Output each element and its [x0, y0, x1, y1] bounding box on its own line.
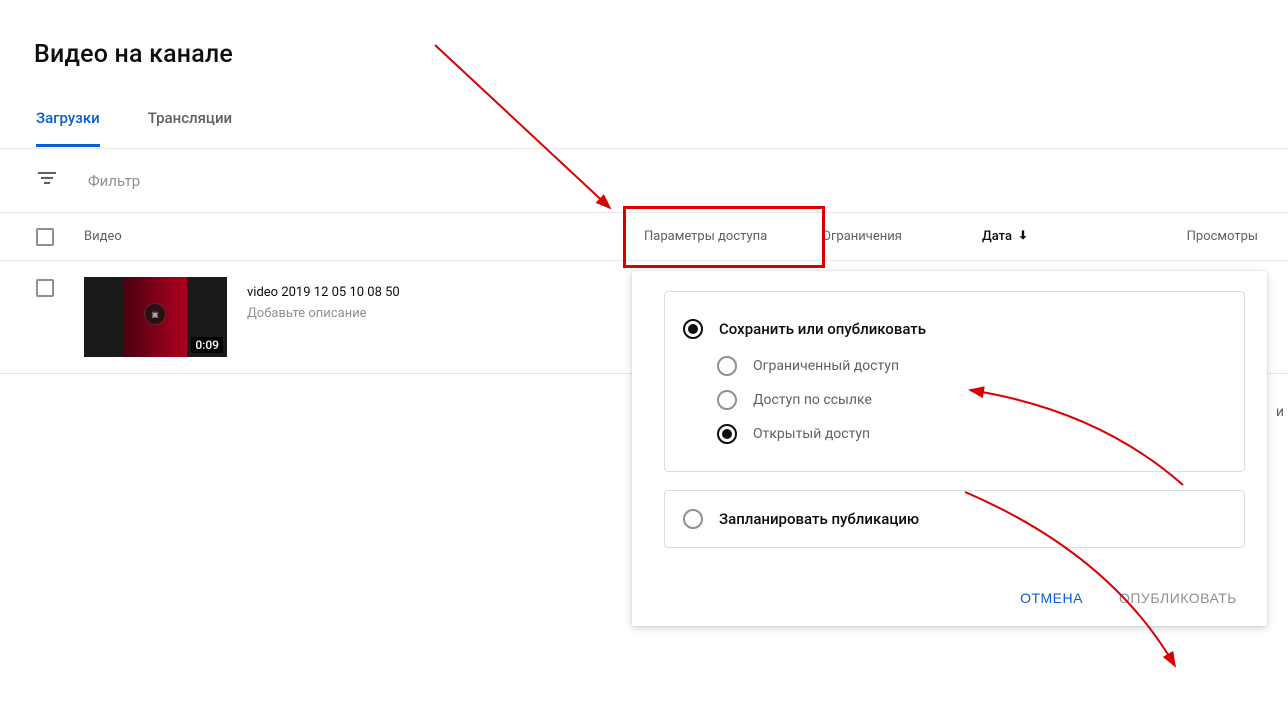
video-thumbnail[interactable]: ▣ 0:09	[84, 277, 227, 357]
column-date-label: Дата	[982, 229, 1012, 244]
popup-actions: ОТМЕНА ОПУБЛИКОВАТЬ	[632, 566, 1267, 626]
filter-row: Фильтр	[0, 149, 1288, 213]
radio-icon	[717, 356, 737, 376]
radio-unlisted[interactable]: Доступ по ссылке	[683, 383, 1226, 417]
radio-label: Сохранить или опубликовать	[719, 320, 926, 338]
table-header: Видео Параметры доступа Ограничения Дата…	[0, 213, 1288, 261]
column-video: Видео	[84, 229, 644, 244]
video-duration: 0:09	[191, 337, 223, 353]
column-restrictions[interactable]: Ограничения	[822, 229, 982, 244]
radio-icon	[717, 390, 737, 410]
publish-button[interactable]: ОПУБЛИКОВАТЬ	[1111, 584, 1245, 612]
radio-icon	[683, 319, 703, 339]
page-title: Видео на канале	[0, 0, 1288, 69]
schedule-group: Запланировать публикацию	[664, 490, 1245, 548]
save-publish-group: Сохранить или опубликовать Ограниченный …	[664, 291, 1245, 472]
arrow-down-icon	[1016, 228, 1030, 246]
truncated-text: и	[1276, 404, 1284, 420]
radio-icon	[683, 509, 703, 529]
tab-live[interactable]: Трансляции	[148, 109, 232, 144]
radio-label: Запланировать публикацию	[719, 510, 919, 528]
radio-label: Ограниченный доступ	[753, 358, 899, 374]
radio-public[interactable]: Открытый доступ	[683, 417, 1226, 451]
row-checkbox[interactable]	[36, 279, 54, 297]
column-date[interactable]: Дата	[982, 228, 1092, 246]
video-description-placeholder[interactable]: Добавьте описание	[247, 306, 400, 321]
radio-icon	[717, 424, 737, 444]
column-views[interactable]: Просмотры	[1092, 229, 1288, 244]
column-visibility[interactable]: Параметры доступа	[644, 229, 822, 244]
radio-label: Открытый доступ	[753, 426, 870, 442]
radio-schedule[interactable]: Запланировать публикацию	[683, 509, 1226, 529]
visibility-popup: Сохранить или опубликовать Ограниченный …	[632, 271, 1267, 626]
tabs: Загрузки Трансляции	[0, 69, 1288, 149]
select-all-checkbox[interactable]	[36, 228, 54, 246]
cancel-button[interactable]: ОТМЕНА	[1012, 584, 1091, 612]
radio-private[interactable]: Ограниченный доступ	[683, 349, 1226, 383]
video-title[interactable]: video 2019 12 05 10 08 50	[247, 285, 400, 300]
radio-label: Доступ по ссылке	[753, 392, 872, 408]
filter-icon[interactable]	[36, 170, 58, 192]
radio-save-publish[interactable]: Сохранить или опубликовать	[683, 312, 1226, 349]
tab-uploads[interactable]: Загрузки	[36, 109, 100, 147]
filter-input[interactable]: Фильтр	[88, 172, 140, 190]
